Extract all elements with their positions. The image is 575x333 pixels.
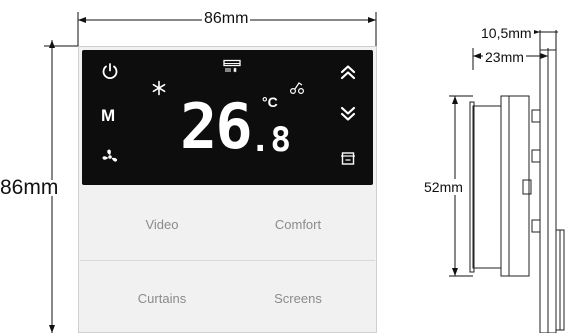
mode-icon[interactable] [340,151,356,166]
temperature-unit: °C [262,94,278,110]
comfort-button[interactable]: Comfort [238,217,358,232]
chevron-down-icon[interactable] [339,105,357,123]
body-depth-label: 23mm [483,49,526,65]
side-view-outline [469,49,565,333]
curtains-button[interactable]: Curtains [102,291,222,306]
fan-icon[interactable] [101,148,119,166]
mode-button[interactable]: M [101,106,115,126]
screens-button[interactable]: Screens [238,291,358,306]
height-dimension-label: 86mm [0,176,59,199]
heater-icon [223,59,241,73]
snowflake-icon [152,80,166,96]
temperature-integer: 26 [180,90,253,163]
button-divider [80,260,375,261]
side-height-label: 52mm [424,179,463,195]
temperature-decimal: .8 [250,120,291,160]
video-button[interactable]: Video [102,217,222,232]
chevron-up-icon[interactable] [339,63,357,81]
fan-speed-icon [289,82,305,95]
width-dimension-label: 86mm [202,10,251,27]
power-icon[interactable] [101,62,119,80]
depth-total-label: 10,5mm [479,25,534,41]
